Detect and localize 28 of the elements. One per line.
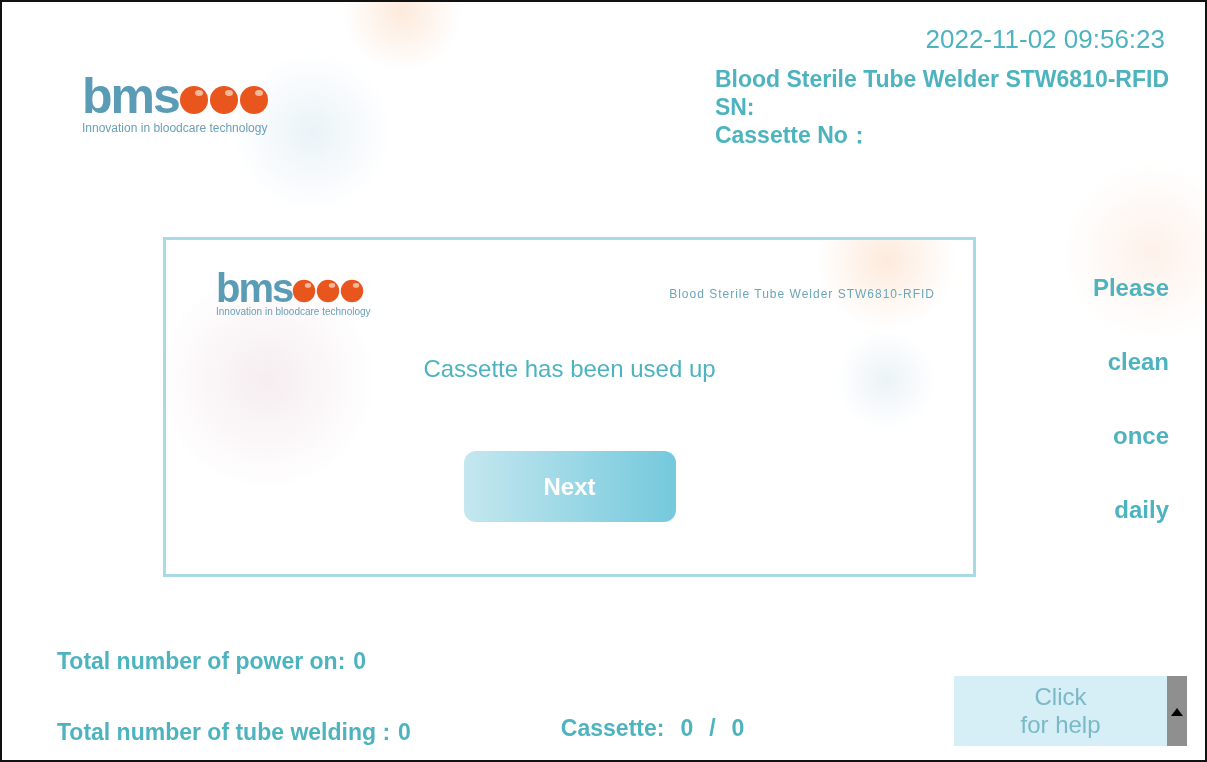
spheres-icon xyxy=(292,279,365,303)
logo-tagline: Innovation in bloodcare technology xyxy=(82,121,269,135)
help-button[interactable]: Click for help xyxy=(954,676,1167,746)
reminder-word: clean xyxy=(1107,347,1169,377)
logo-tagline: Innovation in bloodcare technology xyxy=(216,306,371,317)
date-time: 2022-11-02 09:56:23 xyxy=(925,24,1165,55)
device-name: Blood Sterile Tube Welder STW6810-RFID xyxy=(669,286,935,301)
stat-label: Total number of power on: xyxy=(57,648,346,675)
cassette-used: 0 xyxy=(680,715,694,742)
stat-value: 0 xyxy=(398,719,411,746)
spheres-icon xyxy=(178,85,269,115)
stat-label: Total number of tube welding : xyxy=(57,719,391,746)
serial-number-label: SN: xyxy=(714,93,755,121)
logo-wordmark: bms xyxy=(82,74,179,119)
cassette-label: Cassette: xyxy=(560,715,665,742)
up-arrow-icon[interactable] xyxy=(1171,708,1183,716)
dialog-message: Cassette has been used up xyxy=(423,355,716,383)
reminder-word: daily xyxy=(1114,495,1169,525)
scroll-bar[interactable] xyxy=(1167,676,1187,746)
reminder-word: Please xyxy=(1092,273,1169,303)
next-button[interactable]: Next xyxy=(463,451,676,522)
cassette-total: 0 xyxy=(731,715,745,742)
cassette-separator: / xyxy=(709,715,716,742)
stat-value: 0 xyxy=(353,648,367,675)
cassette-number-label: Cassette No： xyxy=(714,121,871,149)
device-name: Blood Sterile Tube Welder STW6810-RFID xyxy=(714,65,1169,93)
logo-wordmark: bms xyxy=(216,270,293,306)
reminder-word: once xyxy=(1113,421,1169,451)
